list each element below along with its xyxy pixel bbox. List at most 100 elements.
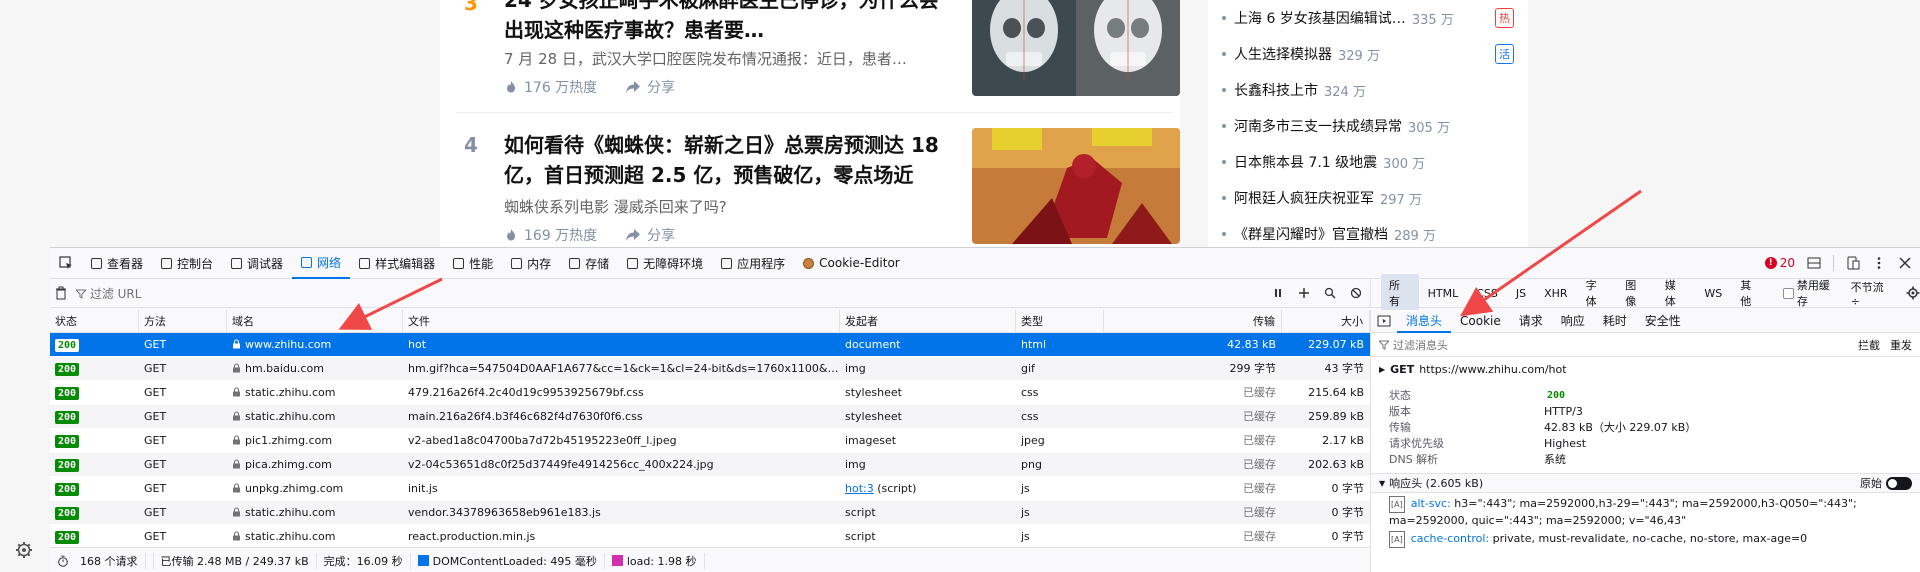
type-filter-button[interactable]: 所有	[1381, 274, 1419, 312]
request-row[interactable]: 200 GET unpkg.zhimg.com init.js hot:3 (scrip…	[50, 477, 1370, 501]
hot-search-item[interactable]: 河南多市三支一扶成绩异常 305 万	[1222, 108, 1522, 144]
type-filter-button[interactable]: 其他	[1731, 277, 1771, 309]
close-devtools-icon[interactable]	[1898, 256, 1912, 270]
hot-search-item[interactable]: 上海 6 岁女孩基因编辑试… 335 万 热	[1222, 0, 1522, 36]
hot-title[interactable]: 如何看待《蜘蛛侠：崭新之日》总票房预测达 18 亿，首日预测超 2.5 亿，预售…	[504, 130, 954, 190]
type-filter-button[interactable]: 图像	[1616, 277, 1656, 309]
request-row[interactable]: 200 GET static.zhihu.com main.216a26f4.b3f4…	[50, 405, 1370, 429]
column-header[interactable]: 大小	[1282, 310, 1370, 333]
transferred-size: 已传输 2.48 MB / 249.37 kB	[154, 552, 317, 569]
tab-storage[interactable]: 存储	[560, 248, 618, 279]
block-button[interactable]: 拦截	[1858, 337, 1880, 353]
request-type: js	[1021, 481, 1030, 495]
hot-thumbnail-spiderman[interactable]	[972, 128, 1180, 244]
share-button[interactable]: 分享	[625, 77, 675, 97]
tab-application[interactable]: 应用程序	[712, 248, 794, 279]
clear-log-trash-icon[interactable]	[54, 286, 68, 300]
details-tab[interactable]: 消息头	[1397, 310, 1452, 333]
request-row[interactable]: 200 GET static.zhihu.com 479.216a26f4.2c40d…	[50, 381, 1370, 405]
tab-cookie[interactable]: Cookie-Editor	[794, 248, 909, 279]
column-header[interactable]: 传输	[1104, 310, 1282, 333]
element-picker-button[interactable]	[50, 248, 82, 279]
responsive-design-icon[interactable]	[1846, 256, 1860, 270]
type-filter-button[interactable]: WS	[1695, 287, 1731, 300]
tab-memory[interactable]: 内存	[502, 248, 560, 279]
tab-inspector[interactable]: 查看器	[82, 248, 152, 279]
status-code-badge: 200	[1544, 389, 1569, 402]
hot-title[interactable]: 24 岁女孩正畸手术被麻醉医生已停诊，为什么会出现这种医疗事故？患者要…	[504, 0, 954, 45]
block-request-icon[interactable]	[1350, 287, 1362, 299]
request-size: 43 字节	[1324, 361, 1365, 375]
tab-debugger[interactable]: 调试器	[222, 248, 292, 279]
request-row[interactable]: 200 GET static.zhihu.com react.production.m…	[50, 525, 1370, 547]
request-type: html	[1021, 337, 1047, 351]
expand-arrow-icon: ▶	[1379, 364, 1386, 374]
hot-search-item[interactable]: 日本熊本县 7.1 级地震 300 万	[1222, 144, 1522, 180]
tab-performance[interactable]: 性能	[444, 248, 502, 279]
details-tab[interactable]: 请求	[1510, 310, 1552, 333]
column-header[interactable]: 文件	[403, 310, 840, 333]
resend-button[interactable]: 重发	[1890, 337, 1912, 353]
hot-search-text: 上海 6 岁女孩基因编辑试…	[1234, 11, 1406, 27]
column-header[interactable]: 方法	[139, 310, 227, 333]
request-row[interactable]: 200 GET hm.baidu.com hm.gif?hca=547504D0AAF…	[50, 357, 1370, 381]
search-icon[interactable]	[1324, 287, 1336, 299]
add-filter-icon[interactable]	[1298, 287, 1310, 299]
error-count-badge[interactable]: ! 20	[1764, 256, 1795, 270]
details-tab[interactable]: 安全性	[1636, 310, 1690, 333]
type-filter-button[interactable]: 媒体	[1656, 277, 1696, 309]
devtools-panel: 查看器 控制台 调试器 网络 样式编辑器 性能 内存 存储 无障碍环境 应用程序 Cookie-Ed…	[50, 247, 1920, 572]
tab-accessibility[interactable]: 无障碍环境	[618, 248, 712, 279]
request-row[interactable]: 200 GET pica.zhimg.com v2-04c53651d8c0f25d3…	[50, 453, 1370, 477]
hot-search-item[interactable]: 长鑫科技上市 324 万	[1222, 72, 1522, 108]
request-row[interactable]: 200 GET pic1.zhimg.com v2-abed1a8c04700ba7d…	[50, 429, 1370, 453]
hot-search-item[interactable]: 阿根廷人疯狂庆祝亚军 297 万	[1222, 180, 1522, 216]
toggle-sidebar-icon[interactable]	[1377, 314, 1391, 328]
tab-console[interactable]: 控制台	[152, 248, 222, 279]
request-row[interactable]: 200 GET static.zhihu.com vendor.34378963658…	[50, 501, 1370, 525]
column-header[interactable]: 类型	[1016, 310, 1104, 333]
request-type: css	[1021, 385, 1039, 399]
tab-style-editor[interactable]: 样式编辑器	[350, 248, 444, 279]
pause-icon[interactable]	[1272, 287, 1284, 299]
network-settings-gear-icon[interactable]	[1906, 286, 1920, 300]
column-header[interactable]: 域名	[227, 310, 403, 333]
request-domain: unpkg.zhimg.com	[227, 477, 403, 501]
url-filter-input[interactable]: 过滤 URL	[74, 285, 1272, 302]
hot-thumbnail-skull[interactable]	[972, 0, 1180, 96]
type-filter-button[interactable]: XHR	[1535, 287, 1576, 300]
header-filter-input[interactable]: 过滤消息头 拦截 重发	[1371, 333, 1920, 357]
summary-value: Highest	[1544, 436, 1587, 450]
details-tab[interactable]: Cookie	[1451, 310, 1510, 333]
request-row[interactable]: 200 GET www.zhihu.com hot document html 42.83 …	[50, 333, 1370, 357]
share-button[interactable]: 分享	[625, 225, 675, 245]
more-options-icon[interactable]	[1872, 256, 1886, 270]
request-transferred: 已缓存	[1243, 385, 1276, 399]
throttle-select[interactable]: 不节流 ÷	[1851, 279, 1896, 308]
status-code-badge: 200	[55, 530, 80, 544]
request-line[interactable]: ▶ GET https://www.zhihu.com/hot	[1371, 357, 1920, 381]
type-filter-button[interactable]: JS	[1507, 287, 1535, 300]
request-file: 479.216a26f4.2c40d19c9953925679bf.css	[408, 385, 644, 399]
hot-search-item[interactable]: 《群星闪耀时》官宣撤档 289 万	[1222, 216, 1522, 247]
details-tab-bar: 消息头 Cookie 请求 响应 耗时 安全性	[1397, 310, 1690, 333]
bullet-dot	[1222, 52, 1226, 56]
type-filter-button[interactable]: 字体	[1577, 277, 1617, 309]
response-headers-section[interactable]: ▼ 响应头 (2.605 kB) 原始	[1371, 473, 1920, 493]
split-console-icon[interactable]	[1807, 256, 1821, 270]
disable-cache-checkbox[interactable]: 禁用缓存	[1782, 277, 1841, 309]
details-tab[interactable]: 响应	[1552, 310, 1594, 333]
lock-icon	[232, 430, 241, 444]
column-header[interactable]: 发起者	[840, 310, 1016, 333]
request-size: 2.17 kB	[1322, 433, 1364, 447]
type-filter-button[interactable]: CSS	[1467, 287, 1507, 300]
tab-network[interactable]: 网络	[292, 248, 351, 279]
raw-toggle[interactable]	[1886, 476, 1912, 490]
settings-gear-icon[interactable]	[15, 541, 33, 559]
debugger-icon	[231, 257, 243, 269]
details-tab[interactable]: 耗时	[1594, 310, 1636, 333]
column-header[interactable]: 状态	[50, 310, 139, 333]
type-filter-button[interactable]: HTML	[1419, 287, 1468, 300]
hot-search-item[interactable]: 人生选择模拟器 329 万 活	[1222, 36, 1522, 72]
initiator-link[interactable]: hot:3	[845, 482, 874, 495]
